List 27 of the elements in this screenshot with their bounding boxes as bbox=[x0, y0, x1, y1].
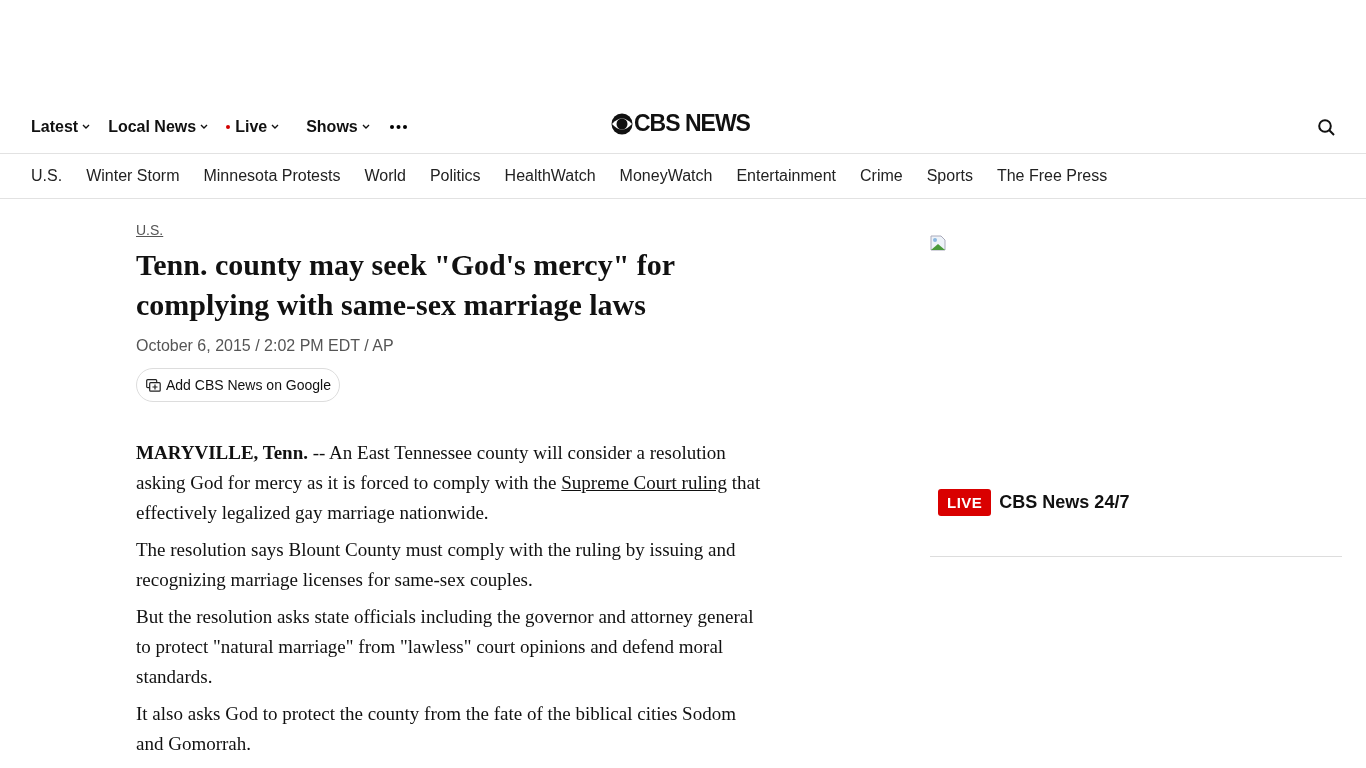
google-button[interactable]: Add CBS News on Google bbox=[136, 368, 340, 402]
section-link[interactable]: Minnesota Protests bbox=[203, 167, 341, 185]
section-link[interactable]: Entertainment bbox=[736, 167, 836, 185]
nav-menu[interactable]: Live bbox=[226, 117, 280, 136]
article-paragraph: MARYVILLE, Tenn. -- An East Tennessee county will consider a resolution asking God for mercy as it is forced to comply with the Supreme Court ruling that effectively legalized gay marriage nationwide. bbox=[136, 441, 762, 525]
headline: Tenn. county may seek "God's mercy" for complying with same-sex marriage laws bbox=[136, 247, 676, 323]
article-paragraph: The resolution says Blount County must comply with the ruling by issuing and recognizing marriage licenses for same-sex couples. bbox=[136, 538, 737, 592]
article-paragraph: But the resolution asks state officials including the governor and attorney general to protect "natural marriage" from "lawless" court opinions and defend moral standards. bbox=[136, 605, 755, 689]
section-link[interactable]: U.S. bbox=[31, 167, 63, 185]
nav-menu[interactable]: Local News bbox=[108, 117, 209, 136]
article-paragraph: It also asks God to protect the county from the fate of the biblical cities Sodom and Gomorrah. bbox=[136, 702, 737, 756]
nav-menu[interactable]: Latest bbox=[31, 117, 91, 136]
section-link[interactable]: HealthWatch bbox=[504, 167, 596, 185]
section-link[interactable]: Sports bbox=[926, 167, 973, 185]
logo-text[interactable]: CBS NEWS bbox=[634, 110, 750, 137]
byline: October 6, 2015 / 2:02 PM EDT / AP bbox=[136, 337, 395, 355]
section-link[interactable]: Politics bbox=[429, 167, 481, 185]
section-link[interactable]: Winter Storm bbox=[86, 167, 180, 185]
section-link[interactable]: U.S. bbox=[136, 222, 164, 238]
nav-menu[interactable]: Shows bbox=[306, 117, 370, 136]
article-link[interactable]: Supreme Court ruling bbox=[561, 472, 727, 493]
section-link[interactable]: World bbox=[364, 167, 406, 185]
live-stream-title[interactable]: CBS News 24/7 bbox=[999, 492, 1130, 513]
section-link[interactable]: MoneyWatch bbox=[619, 167, 713, 185]
live-badge: LIVE bbox=[938, 489, 992, 516]
section-link[interactable]: Crime bbox=[860, 167, 903, 185]
section-link[interactable]: The Free Press bbox=[996, 167, 1108, 185]
